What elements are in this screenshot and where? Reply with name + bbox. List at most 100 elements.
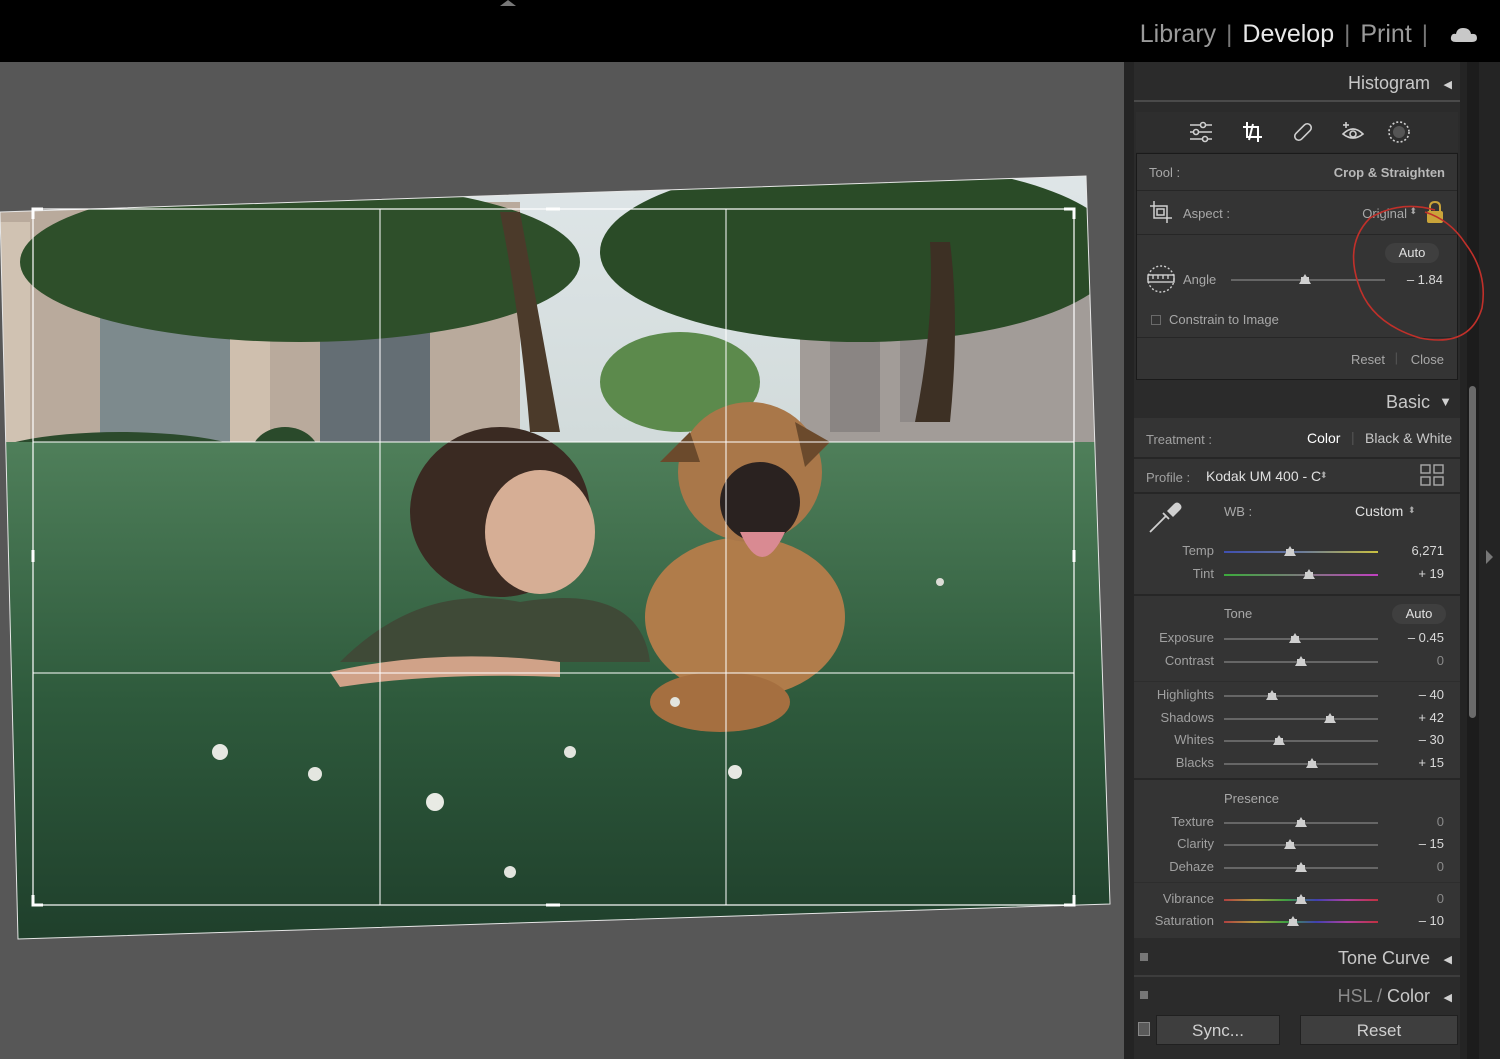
slider-value-contrast[interactable]: 0	[1384, 653, 1444, 668]
slider-thumb-dehaze[interactable]	[1295, 862, 1307, 872]
module-print[interactable]: Print	[1360, 20, 1411, 49]
sync-button[interactable]: Sync...	[1156, 1015, 1280, 1045]
slider-value-highlights[interactable]: – 40	[1384, 687, 1444, 702]
slider-track-shadows[interactable]	[1224, 718, 1378, 720]
bottom-bar: Sync... Reset	[1134, 1012, 1460, 1056]
color-tab[interactable]: Color	[1387, 986, 1430, 1006]
basic-panel: Treatment : Color | Black & White Profil…	[1134, 418, 1460, 938]
divider	[1134, 778, 1460, 780]
tone-auto-button[interactable]: Auto	[1392, 604, 1446, 624]
tone-curve-panel-header[interactable]: Tone Curve ◀	[1134, 939, 1460, 977]
slider-label-texture: Texture	[1171, 814, 1214, 829]
slider-label-saturation: Saturation	[1154, 913, 1214, 928]
slider-label-clarity: Clarity	[1177, 836, 1214, 851]
slider-thumb-vibrance[interactable]	[1295, 894, 1307, 904]
slider-track-saturation[interactable]	[1224, 921, 1378, 923]
slider-label-shadows: Shadows	[1160, 710, 1214, 725]
angle-slider-thumb[interactable]	[1298, 274, 1311, 284]
divider	[1134, 100, 1460, 102]
slider-value-temp[interactable]: 6,271	[1384, 543, 1444, 558]
slider-value-saturation[interactable]: – 10	[1384, 913, 1444, 928]
slider-value-texture[interactable]: 0	[1384, 814, 1444, 829]
divider	[1137, 190, 1457, 191]
hsl-title: HSL / Color	[1338, 986, 1430, 1007]
slider-track-tint[interactable]	[1224, 574, 1378, 576]
separator: |	[1351, 429, 1355, 445]
divider	[1134, 594, 1460, 596]
slider-track-clarity[interactable]	[1224, 844, 1378, 846]
panel-scrollbar-thumb[interactable]	[1469, 386, 1476, 718]
slider-value-exposure[interactable]: – 0.45	[1384, 630, 1444, 645]
hsl-panel-header[interactable]: HSL / Color ◀	[1134, 977, 1460, 1015]
divider	[1134, 457, 1460, 459]
straighten-level-icon[interactable]	[1145, 264, 1177, 294]
slider-value-tint[interactable]: + 19	[1384, 566, 1444, 581]
slider-thumb-texture[interactable]	[1295, 817, 1307, 827]
eyedropper-icon[interactable]	[1146, 498, 1184, 536]
top-panel-toggle-icon[interactable]	[500, 0, 516, 6]
slider-track-whites[interactable]	[1224, 740, 1378, 742]
slider-value-dehaze[interactable]: 0	[1384, 859, 1444, 874]
slider-label-temp: Temp	[1182, 543, 1214, 558]
module-separator: |	[1226, 20, 1233, 48]
wb-select[interactable]: Custom	[1355, 503, 1403, 519]
photo	[0, 62, 1124, 1059]
slider-label-exposure: Exposure	[1159, 630, 1214, 645]
right-panel-toggle-icon[interactable]	[1486, 550, 1493, 564]
divider	[1134, 492, 1460, 494]
slider-track-temp[interactable]	[1224, 551, 1378, 553]
aspect-label: Aspect :	[1183, 206, 1230, 221]
redeye-icon[interactable]	[1340, 120, 1366, 144]
basic-panel-header[interactable]: Basic ▼	[1134, 383, 1460, 421]
slider-thumb-whites[interactable]	[1273, 735, 1286, 745]
slider-thumb-saturation[interactable]	[1287, 916, 1300, 926]
slider-track-highlights[interactable]	[1224, 695, 1378, 697]
panel-toggle-switch[interactable]	[1140, 953, 1148, 961]
sliders-icon[interactable]	[1188, 120, 1214, 144]
divider	[1134, 681, 1460, 682]
crop-frame-icon[interactable]	[1147, 198, 1175, 226]
treatment-bw-button[interactable]: Black & White	[1365, 430, 1452, 446]
slider-value-shadows[interactable]: + 42	[1384, 710, 1444, 725]
panel-toggle-switch[interactable]	[1140, 991, 1148, 999]
slider-label-whites: Whites	[1174, 732, 1214, 747]
slider-value-clarity[interactable]: – 15	[1384, 836, 1444, 851]
slider-thumb-exposure[interactable]	[1288, 633, 1301, 643]
profile-select[interactable]: Kodak UM 400 - C	[1206, 468, 1321, 484]
module-picker: Library | Develop | Print |	[1140, 20, 1478, 49]
module-develop[interactable]: Develop	[1242, 20, 1334, 49]
slider-thumb-blacks[interactable]	[1305, 758, 1318, 768]
constrain-checkbox[interactable]	[1151, 315, 1161, 325]
sync-toggle-switch[interactable]	[1138, 1022, 1150, 1036]
slider-thumb-clarity[interactable]	[1284, 839, 1297, 849]
slider-thumb-shadows[interactable]	[1324, 713, 1337, 723]
slider-thumb-tint[interactable]	[1302, 569, 1315, 579]
slider-thumb-contrast[interactable]	[1295, 656, 1307, 666]
histogram-panel-header[interactable]: Histogram ◀	[1134, 64, 1460, 102]
slider-label-vibrance: Vibrance	[1162, 891, 1214, 906]
masking-icon[interactable]	[1386, 120, 1412, 144]
tone-curve-title: Tone Curve	[1337, 948, 1430, 968]
healing-icon[interactable]	[1290, 120, 1316, 144]
treatment-label: Treatment :	[1146, 432, 1212, 447]
slider-track-exposure[interactable]	[1224, 638, 1378, 640]
slider-thumb-highlights[interactable]	[1265, 690, 1278, 700]
module-library[interactable]: Library	[1140, 20, 1216, 49]
treatment-color-button[interactable]: Color	[1307, 430, 1340, 446]
crop-reset-button[interactable]: Reset	[1351, 352, 1385, 367]
module-bar: Library | Develop | Print |	[0, 0, 1500, 60]
reset-button[interactable]: Reset	[1300, 1015, 1458, 1045]
slider-thumb-temp[interactable]	[1284, 546, 1297, 556]
cloud-icon[interactable]	[1450, 27, 1478, 43]
crop-icon[interactable]	[1240, 120, 1266, 144]
constrain-label: Constrain to Image	[1169, 312, 1279, 327]
image-canvas[interactable]	[0, 62, 1124, 1059]
slider-track-blacks[interactable]	[1224, 763, 1378, 765]
hsl-tab[interactable]: HSL	[1338, 986, 1372, 1006]
crop-close-button[interactable]: Close	[1411, 352, 1444, 367]
tone-label: Tone	[1224, 606, 1253, 621]
slider-value-blacks[interactable]: + 15	[1384, 755, 1444, 770]
profile-browser-grid-icon[interactable]	[1420, 464, 1444, 486]
slider-value-vibrance[interactable]: 0	[1384, 891, 1444, 906]
slider-value-whites[interactable]: – 30	[1384, 732, 1444, 747]
